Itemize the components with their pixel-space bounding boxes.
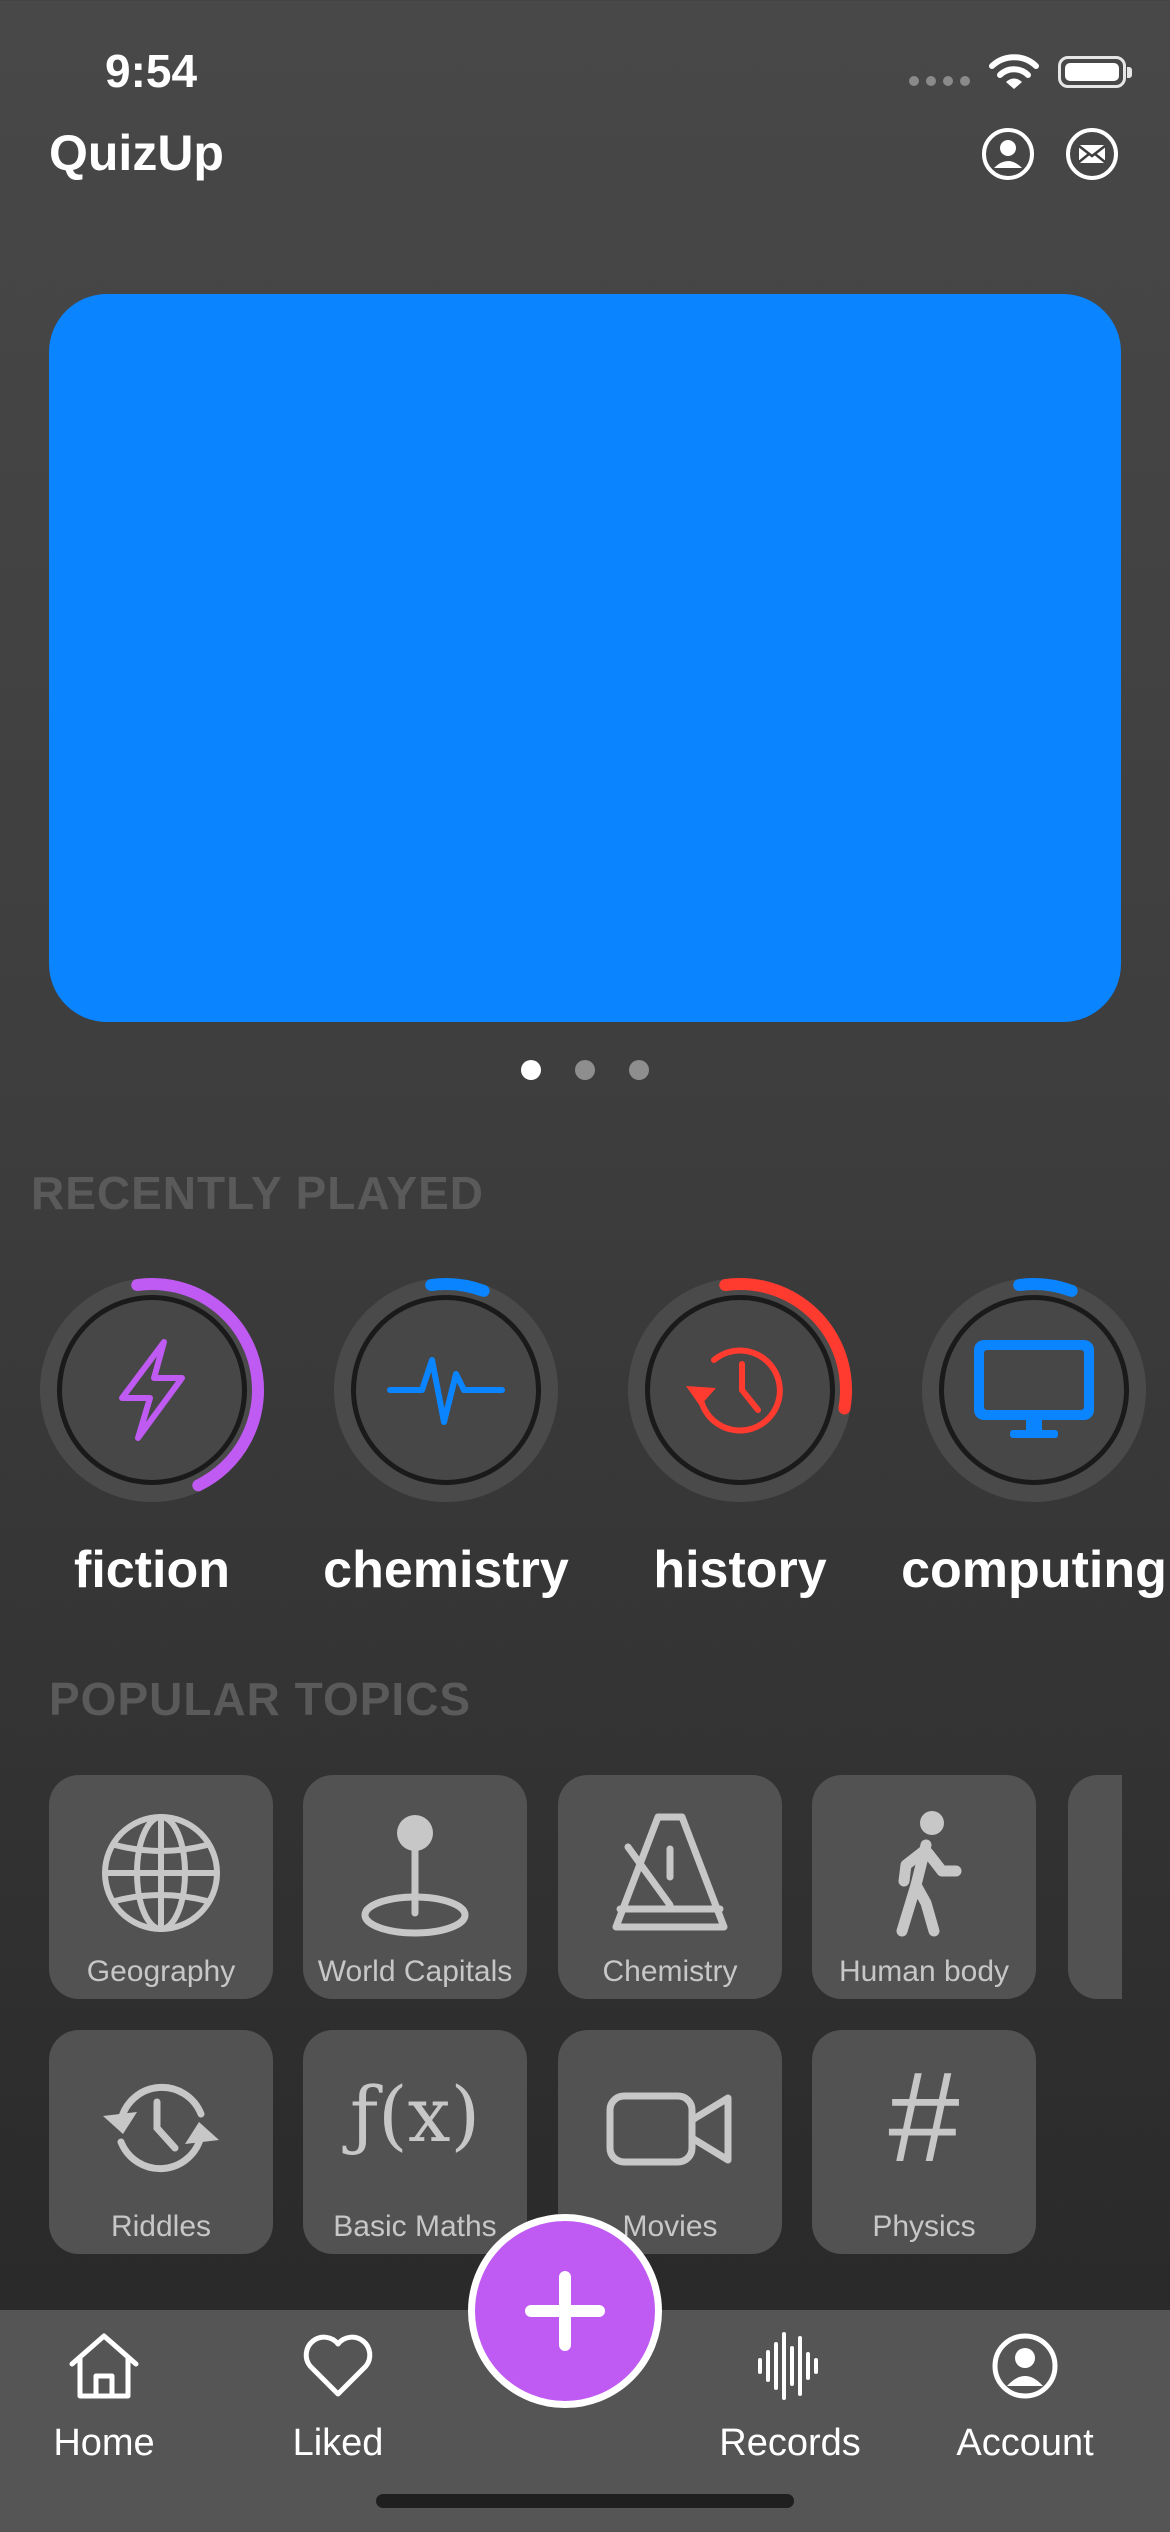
recent-item-label: computing (901, 1541, 1167, 1599)
waveform-icon (758, 2332, 818, 2400)
profile-icon[interactable] (980, 126, 1036, 182)
topic-tile-riddles[interactable]: Riddles (49, 2030, 273, 2254)
recent-item-history[interactable]: history (620, 1270, 860, 1630)
recent-item-label: fiction (74, 1541, 230, 1599)
walking-figure-icon (896, 1811, 962, 1937)
tab-label: Liked (292, 2422, 384, 2464)
tab-records[interactable]: Records (690, 2330, 890, 2480)
tab-account[interactable]: Account (925, 2330, 1125, 2480)
battery-icon (1058, 56, 1132, 88)
map-pin-icon (361, 1815, 469, 1937)
topic-label: Basic Maths (333, 2210, 497, 2243)
topic-label: Geography (86, 1955, 236, 1988)
topic-label: Riddles (110, 2210, 212, 2243)
add-button[interactable] (468, 2214, 662, 2408)
person-circle-icon (992, 2333, 1058, 2399)
page-indicator[interactable] (0, 1060, 1170, 1080)
featured-banner[interactable] (49, 294, 1121, 1022)
topic-tile-partial[interactable] (1068, 1775, 1122, 1999)
popular-topics-title: POPULAR TOPICS (49, 1673, 472, 1725)
mail-icon[interactable] (1064, 126, 1120, 182)
app-title: QuizUp (49, 125, 224, 181)
video-camera-icon (606, 2092, 732, 2166)
recent-item-label: chemistry (323, 1541, 569, 1599)
topic-tile-world-capitals[interactable]: World Capitals (303, 1775, 527, 1999)
tab-home[interactable]: Home (4, 2330, 204, 2480)
topic-tile-geography[interactable]: Geography (49, 1775, 273, 1999)
tab-label: Home (53, 2422, 155, 2464)
desktop-computer-icon (974, 1340, 1094, 1438)
tab-label: Records (719, 2422, 861, 2464)
tab-label: Account (956, 2422, 1094, 2464)
function-icon: ƒ(x) (349, 2070, 481, 2159)
tab-liked[interactable]: Liked (238, 2330, 438, 2480)
topic-tile-chemistry[interactable]: Chemistry (558, 1775, 782, 1999)
bolt-icon (119, 1339, 185, 1441)
home-indicator (376, 2494, 794, 2508)
recent-item-label: history (653, 1541, 827, 1599)
topic-tile-human-body[interactable]: Human body (812, 1775, 1036, 1999)
plus-icon (525, 2271, 605, 2351)
globe-icon (102, 1814, 220, 1932)
number-sign-icon: # (888, 2046, 960, 2189)
recent-item-computing[interactable]: computing (901, 1270, 1167, 1630)
house-icon (69, 2333, 139, 2399)
topic-label: Physics (872, 2210, 976, 2243)
page-dot[interactable] (629, 1060, 649, 1080)
cellular-signal-icon (909, 58, 970, 86)
status-time: 9:54 (105, 45, 198, 97)
wifi-icon (989, 54, 1039, 89)
recent-item-fiction[interactable]: fiction (32, 1270, 272, 1630)
topic-label: Human body (838, 1955, 1010, 1988)
clock-history-icon (686, 1347, 783, 1434)
recent-item-chemistry[interactable]: chemistry (323, 1270, 569, 1630)
status-indicators (909, 52, 1132, 92)
page-dot[interactable] (575, 1060, 595, 1080)
topic-label: World Capitals (317, 1955, 513, 1988)
topic-tile-physics[interactable]: # Physics (812, 2030, 1036, 2254)
topic-label: Chemistry (602, 1955, 738, 1988)
topic-tile-basic-maths[interactable]: ƒ(x) Basic Maths (303, 2030, 527, 2254)
clock-arrows-icon (103, 2083, 219, 2173)
metronome-icon (612, 1813, 728, 1931)
recently-played-title: RECENTLY PLAYED (31, 1167, 484, 1219)
page-dot[interactable] (521, 1060, 541, 1080)
waveform-path-icon (387, 1357, 505, 1425)
heart-icon (303, 2334, 373, 2397)
